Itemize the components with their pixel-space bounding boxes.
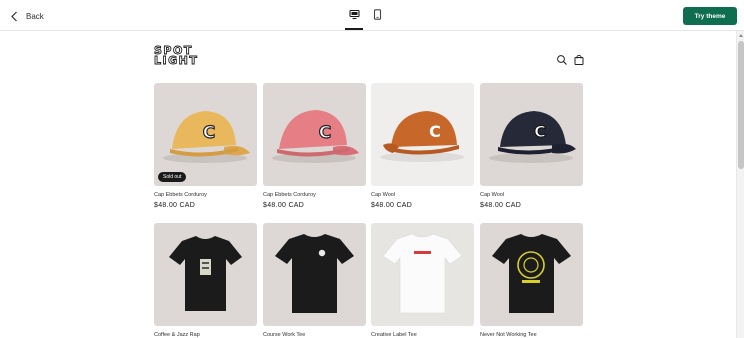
search-icon[interactable] (556, 53, 568, 65)
mobile-icon (373, 9, 381, 20)
product-card[interactable]: Never Not Working Tee (480, 223, 583, 338)
product-image[interactable] (154, 223, 257, 326)
product-name[interactable]: Cap Wool (480, 192, 583, 198)
product-card[interactable]: C Cap Ebbets Corduroy $48.00 CAD (263, 83, 366, 209)
scroll-thumb[interactable] (738, 41, 744, 169)
product-name[interactable]: Cap Wool (371, 192, 474, 198)
product-image[interactable] (480, 223, 583, 326)
product-card[interactable]: Coffee & Jazz Rap (154, 223, 257, 338)
product-name[interactable]: Coffee & Jazz Rap (154, 332, 257, 338)
sold-out-badge: Sold out (158, 172, 187, 182)
product-price: $48.00 CAD (154, 202, 196, 209)
back-label: Back (26, 11, 44, 21)
top-toolbar: Back Try theme (0, 0, 744, 31)
product-price: $48.00 CAD (371, 202, 413, 209)
mobile-view-toggle[interactable] (368, 9, 386, 29)
product-card[interactable]: C Cap Wool $48.00 CAD (480, 83, 583, 209)
back-button[interactable]: Back (10, 8, 44, 24)
product-image[interactable] (263, 223, 366, 326)
product-price: $48.00 CAD (480, 202, 522, 209)
product-name[interactable]: Creative Label Tee (371, 332, 474, 338)
product-card[interactable]: C Sold out Cap Ebbets Corduroy $48.00 CA… (154, 83, 257, 209)
scrollbar[interactable] (736, 31, 744, 338)
product-card[interactable]: Creative Label Tee (371, 223, 474, 338)
desktop-view-toggle[interactable] (345, 9, 363, 30)
product-name[interactable]: Cap Ebbets Corduroy (263, 192, 366, 198)
product-image[interactable]: C (371, 83, 474, 186)
product-image[interactable] (371, 223, 474, 326)
store-logo[interactable]: SPOT LIGHT (154, 45, 199, 67)
product-image[interactable]: C (263, 83, 366, 186)
product-name[interactable]: Course Work Tee (263, 332, 366, 338)
try-theme-button[interactable]: Try theme (683, 7, 737, 25)
svg-text:C: C (203, 123, 215, 143)
desktop-icon (348, 9, 360, 20)
chevron-left-icon (11, 11, 17, 21)
product-name[interactable]: Cap Ebbets Corduroy (154, 192, 257, 198)
product-card[interactable]: C Cap Wool $48.00 CAD (371, 83, 474, 209)
product-name[interactable]: Never Not Working Tee (480, 332, 583, 338)
product-card[interactable]: Course Work Tee (263, 223, 366, 338)
product-price: $48.00 CAD (263, 202, 305, 209)
scroll-up-arrow-icon[interactable] (739, 34, 743, 37)
cart-icon[interactable] (573, 53, 585, 65)
svg-text:C: C (319, 123, 331, 143)
logo-line-2: LIGHT (154, 54, 199, 67)
svg-text:C: C (429, 122, 441, 141)
svg-text:C: C (534, 122, 546, 141)
product-image[interactable]: C Sold out (154, 83, 257, 186)
product-image[interactable]: C (480, 83, 583, 186)
